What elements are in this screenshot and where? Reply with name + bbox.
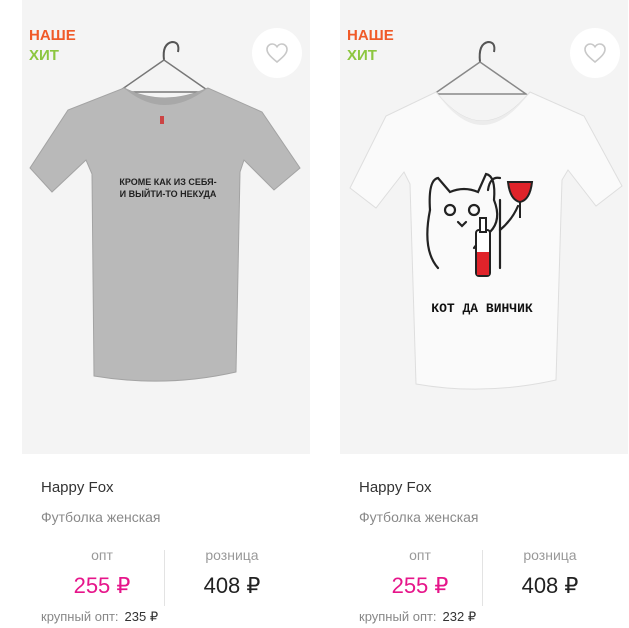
bulk-value: 235 ₽ <box>124 609 159 624</box>
price-block: опт 255 ₽ розница 408 ₽ <box>340 546 628 606</box>
price-divider <box>164 550 165 606</box>
favorite-button[interactable] <box>252 28 302 78</box>
bulk-label: крупный опт: <box>41 609 119 624</box>
product-info: Happy Fox Футболка женская <box>41 478 301 526</box>
badge-our: НАШЕ <box>347 27 394 44</box>
retail-value: 408 ₽ <box>203 573 261 598</box>
bulk-label: крупный опт: <box>359 609 437 624</box>
product-title[interactable]: Футболка женская <box>41 508 301 526</box>
print-text: КОТ ДА ВИНЧИК <box>431 301 533 316</box>
favorite-button[interactable] <box>570 28 620 78</box>
badges: НАШЕ ХИТ <box>347 26 394 66</box>
product-card[interactable]: КОТ ДА ВИНЧИК НАШЕ ХИТ Happy Fox Футболк… <box>340 0 628 628</box>
wholesale-price: опт 255 ₽ <box>42 546 162 600</box>
bulk-price: крупный опт: 232 ₽ <box>359 608 476 626</box>
product-card[interactable]: КРОМЕ КАК ИЗ СЕБЯ- И ВЫЙТИ-ТО НЕКУДА НАШ… <box>22 0 310 628</box>
retail-value: 408 ₽ <box>521 573 579 598</box>
retail-label: розница <box>523 547 577 563</box>
product-brand[interactable]: Happy Fox <box>359 478 619 498</box>
product-image[interactable]: КРОМЕ КАК ИЗ СЕБЯ- И ВЫЙТИ-ТО НЕКУДА НАШ… <box>22 0 310 454</box>
badge-hit: ХИТ <box>29 47 59 64</box>
print-text-line-2: И ВЫЙТИ-ТО НЕКУДА <box>120 188 217 199</box>
price-divider <box>482 550 483 606</box>
hanger-icon <box>115 40 213 93</box>
price-block: опт 255 ₽ розница 408 ₽ <box>22 546 310 606</box>
retail-label: розница <box>205 547 259 563</box>
wholesale-price: опт 255 ₽ <box>360 546 480 600</box>
product-brand[interactable]: Happy Fox <box>41 478 301 498</box>
retail-price: розница 408 ₽ <box>172 546 292 600</box>
bulk-price: крупный опт: 235 ₽ <box>41 608 158 626</box>
badges: НАШЕ ХИТ <box>29 26 76 66</box>
badge-hit: ХИТ <box>347 47 377 64</box>
product-info: Happy Fox Футболка женская <box>359 478 619 526</box>
product-image[interactable]: КОТ ДА ВИНЧИК НАШЕ ХИТ <box>340 0 628 454</box>
wholesale-value: 255 ₽ <box>73 573 131 598</box>
badge-our: НАШЕ <box>29 27 76 44</box>
product-title[interactable]: Футболка женская <box>359 508 619 526</box>
retail-price: розница 408 ₽ <box>490 546 610 600</box>
heart-outline-icon <box>266 43 288 64</box>
tshirt-body <box>29 87 301 382</box>
wholesale-label: опт <box>91 547 113 563</box>
bulk-value: 232 ₽ <box>442 609 477 624</box>
hanger-icon <box>431 40 529 95</box>
heart-outline-icon <box>584 43 606 64</box>
print-text-line-1: КРОМЕ КАК ИЗ СЕБЯ- <box>119 177 216 187</box>
wholesale-value: 255 ₽ <box>391 573 449 598</box>
wholesale-label: опт <box>409 547 431 563</box>
